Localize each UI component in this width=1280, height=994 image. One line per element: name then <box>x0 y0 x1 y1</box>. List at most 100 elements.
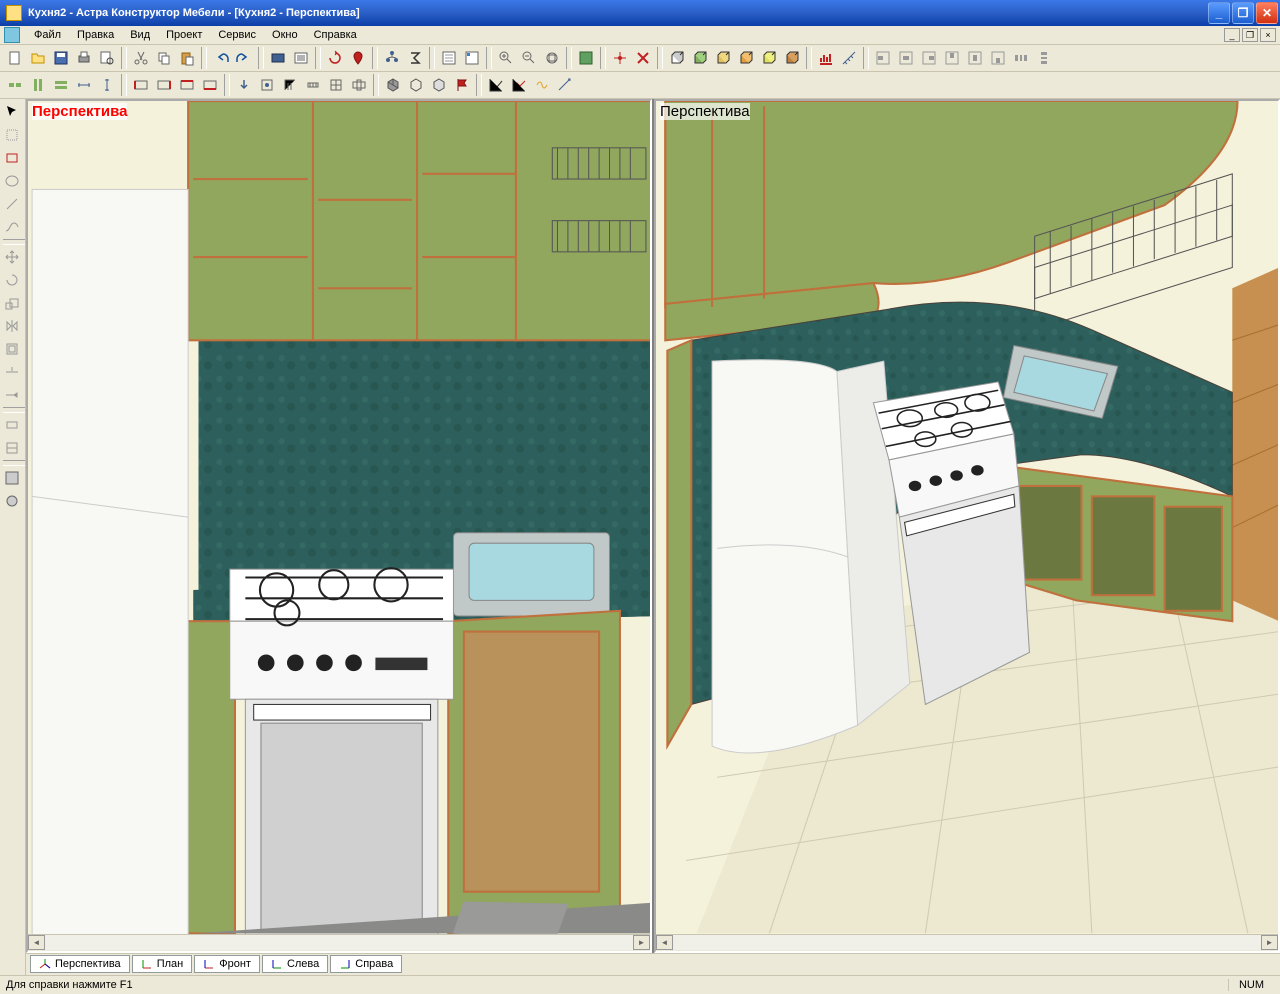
panel-icon[interactable] <box>267 47 289 69</box>
mirror-icon[interactable] <box>1 315 23 337</box>
chart-icon[interactable] <box>815 47 837 69</box>
dim2-icon[interactable] <box>1 437 23 459</box>
document-icon[interactable] <box>4 27 20 43</box>
list-icon[interactable] <box>461 47 483 69</box>
flag-icon[interactable] <box>451 74 473 96</box>
tab-plan[interactable]: План <box>132 955 193 973</box>
draw-circle-icon[interactable] <box>1 170 23 192</box>
align-left-icon[interactable] <box>872 47 894 69</box>
rotate-tool-icon[interactable] <box>1 269 23 291</box>
align-middle-icon[interactable] <box>964 47 986 69</box>
graph1-icon[interactable] <box>485 74 507 96</box>
draw-line-icon[interactable] <box>1 193 23 215</box>
graph3-icon[interactable] <box>531 74 553 96</box>
pointer-icon[interactable] <box>1 101 23 123</box>
zoom-fit-icon[interactable] <box>541 47 563 69</box>
scroll-left-icon[interactable]: ◄ <box>656 935 673 950</box>
open-icon[interactable] <box>27 47 49 69</box>
tab-perspective[interactable]: Перспектива <box>30 955 130 973</box>
menu-view[interactable]: Вид <box>122 27 158 43</box>
maximize-button[interactable]: ❐ <box>1232 2 1254 24</box>
menu-project[interactable]: Проект <box>158 27 210 43</box>
arrow-down-icon[interactable] <box>233 74 255 96</box>
location-icon[interactable] <box>347 47 369 69</box>
zoom-out-icon[interactable] <box>518 47 540 69</box>
mdi-close-button[interactable]: × <box>1260 28 1276 42</box>
point-snap-icon[interactable] <box>609 47 631 69</box>
menu-help[interactable]: Справка <box>306 27 365 43</box>
align-right-icon[interactable] <box>918 47 940 69</box>
scroll-right-icon[interactable]: ► <box>633 935 650 950</box>
box1-icon[interactable] <box>666 47 688 69</box>
box2-icon[interactable] <box>689 47 711 69</box>
viewport-left-hscrollbar[interactable]: ◄ ► <box>28 934 650 951</box>
rotate-icon[interactable] <box>324 47 346 69</box>
distribute-v-icon[interactable] <box>1033 47 1055 69</box>
viewport-right-hscrollbar[interactable]: ◄ ► <box>656 934 1278 951</box>
scroll-right-icon[interactable]: ► <box>1261 935 1278 950</box>
tool-c-icon[interactable] <box>302 74 324 96</box>
zoom-in-icon[interactable] <box>495 47 517 69</box>
menu-window[interactable]: Окно <box>264 27 306 43</box>
edge2-icon[interactable] <box>153 74 175 96</box>
cut-icon[interactable] <box>130 47 152 69</box>
paste-icon[interactable] <box>176 47 198 69</box>
settings-icon[interactable] <box>290 47 312 69</box>
align-center-h-icon[interactable] <box>895 47 917 69</box>
tab-right[interactable]: Справа <box>330 955 402 973</box>
extend-icon[interactable] <box>1 384 23 406</box>
tab-front[interactable]: Фронт <box>194 955 260 973</box>
dim-v-icon[interactable] <box>96 74 118 96</box>
scale-icon[interactable] <box>1 292 23 314</box>
edge1-icon[interactable] <box>130 74 152 96</box>
split-h-icon[interactable] <box>50 74 72 96</box>
graph4-icon[interactable] <box>554 74 576 96</box>
print-preview-icon[interactable] <box>96 47 118 69</box>
tool-e-icon[interactable] <box>348 74 370 96</box>
mdi-restore-button[interactable]: ❐ <box>1242 28 1258 42</box>
tool-b-icon[interactable] <box>279 74 301 96</box>
box5-icon[interactable] <box>758 47 780 69</box>
cube3-icon[interactable] <box>428 74 450 96</box>
menu-file[interactable]: Файл <box>26 27 69 43</box>
distribute-h-icon[interactable] <box>1010 47 1032 69</box>
viewport-right[interactable]: Перспектива <box>654 99 1280 952</box>
properties-icon[interactable] <box>438 47 460 69</box>
copy-icon[interactable] <box>153 47 175 69</box>
close-button[interactable]: ✕ <box>1256 2 1278 24</box>
edge4-icon[interactable] <box>199 74 221 96</box>
draw-curve-icon[interactable] <box>1 216 23 238</box>
move-icon[interactable] <box>1 246 23 268</box>
save-icon[interactable] <box>50 47 72 69</box>
minimize-button[interactable]: _ <box>1208 2 1230 24</box>
new-icon[interactable] <box>4 47 26 69</box>
measure-icon[interactable] <box>838 47 860 69</box>
material-icon[interactable] <box>1 467 23 489</box>
scroll-left-icon[interactable]: ◄ <box>28 935 45 950</box>
cube1-icon[interactable] <box>382 74 404 96</box>
cube2-icon[interactable] <box>405 74 427 96</box>
box3-icon[interactable] <box>712 47 734 69</box>
draw-rect-icon[interactable] <box>1 147 23 169</box>
redo-icon[interactable] <box>233 47 255 69</box>
tool-d-icon[interactable] <box>325 74 347 96</box>
tab-left[interactable]: Слева <box>262 955 328 973</box>
render-icon[interactable] <box>575 47 597 69</box>
dim1-icon[interactable] <box>1 414 23 436</box>
split-v-icon[interactable] <box>27 74 49 96</box>
render2-icon[interactable] <box>1 490 23 512</box>
undo-icon[interactable] <box>210 47 232 69</box>
print-icon[interactable] <box>73 47 95 69</box>
sum-icon[interactable] <box>404 47 426 69</box>
box4-icon[interactable] <box>735 47 757 69</box>
join-icon[interactable] <box>4 74 26 96</box>
tool-a-icon[interactable] <box>256 74 278 96</box>
dim-h-icon[interactable] <box>73 74 95 96</box>
edge3-icon[interactable] <box>176 74 198 96</box>
mdi-minimize-button[interactable]: _ <box>1224 28 1240 42</box>
menu-service[interactable]: Сервис <box>210 27 264 43</box>
box6-icon[interactable] <box>781 47 803 69</box>
graph2-icon[interactable] <box>508 74 530 96</box>
select-rect-icon[interactable] <box>1 124 23 146</box>
menu-edit[interactable]: Правка <box>69 27 122 43</box>
